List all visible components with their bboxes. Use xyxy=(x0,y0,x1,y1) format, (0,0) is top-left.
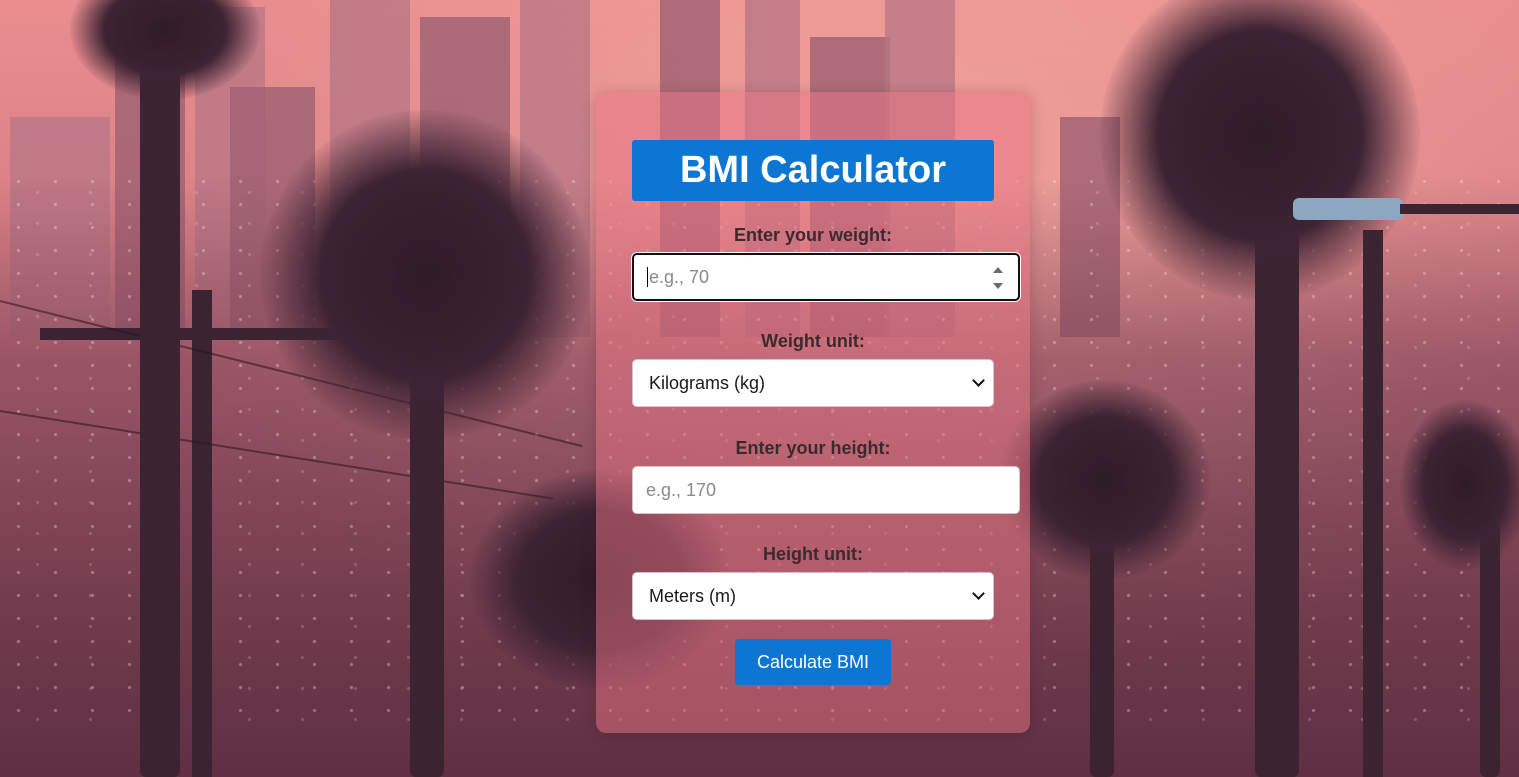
weight-unit-select[interactable]: Kilograms (kg) xyxy=(632,359,994,407)
chevron-down-icon xyxy=(972,587,985,600)
spinner-arrows-icon[interactable] xyxy=(992,267,1004,289)
weight-input[interactable]: e.g., 70 xyxy=(632,253,1020,301)
height-unit-select[interactable]: Meters (m) xyxy=(632,572,994,620)
title-banner: BMI Calculator xyxy=(632,140,994,201)
weight-unit-label: Weight unit: xyxy=(761,331,865,351)
height-unit-value: Meters (m) xyxy=(649,585,736,606)
height-placeholder: e.g., 170 xyxy=(646,479,717,500)
height-unit-label: Height unit: xyxy=(763,544,863,564)
calculator-card: BMI Calculator Enter your weight: e.g., … xyxy=(596,92,1030,733)
text-caret xyxy=(647,267,648,287)
weight-unit-value: Kilograms (kg) xyxy=(649,372,766,393)
height-input[interactable]: e.g., 170 xyxy=(632,466,1020,514)
spinner-down-icon[interactable] xyxy=(993,283,1003,289)
weight-label: Enter your weight: xyxy=(733,225,892,245)
page-title: BMI Calculator xyxy=(679,149,947,191)
chevron-down-icon xyxy=(972,374,985,387)
height-label: Enter your height: xyxy=(735,438,891,458)
calculate-bmi-button[interactable]: Calculate BMI xyxy=(735,639,891,685)
spinner-up-icon[interactable] xyxy=(993,267,1003,273)
weight-placeholder: e.g., 70 xyxy=(649,266,710,287)
